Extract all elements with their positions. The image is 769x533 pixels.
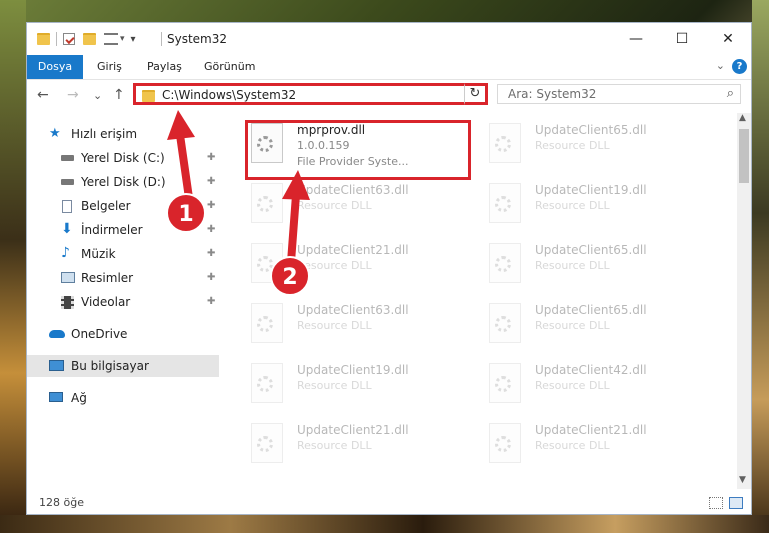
callout-2: 2 [270, 256, 310, 296]
annotation-arrows [167, 110, 310, 266]
arrow-1 [167, 110, 195, 209]
callout-1: 1 [166, 193, 206, 233]
arrow-2 [282, 170, 310, 266]
